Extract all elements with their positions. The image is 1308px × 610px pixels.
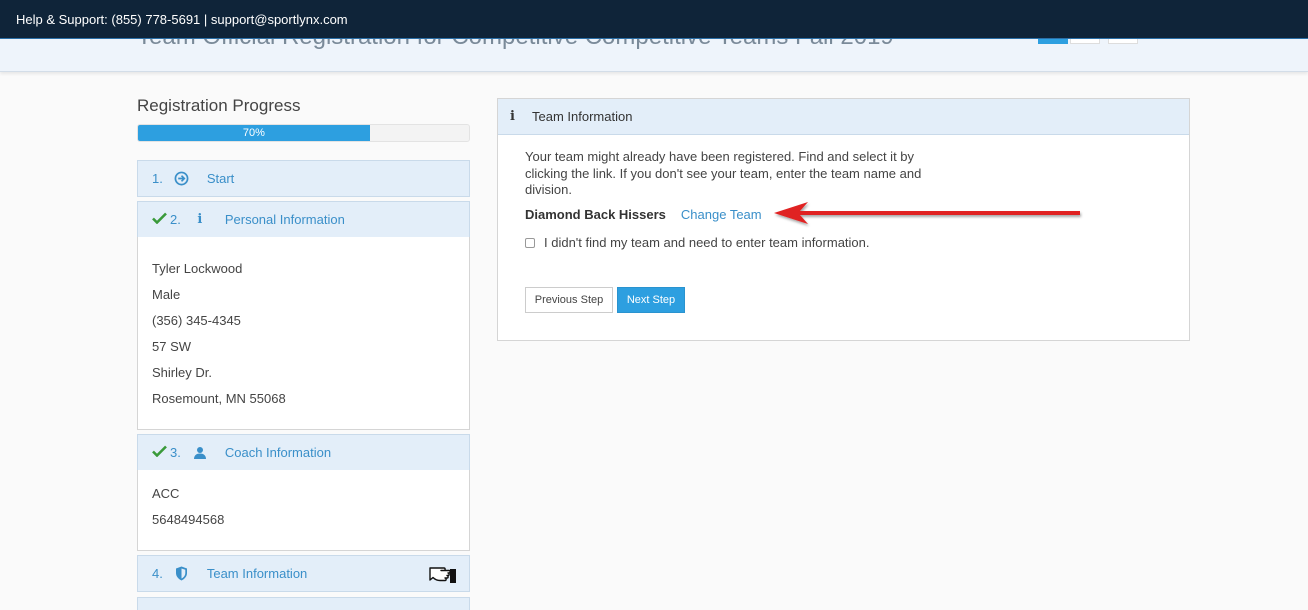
step-number: 1. [152, 171, 163, 186]
header-step-indicator-2 [1070, 39, 1100, 44]
progress-bar-fill: 70% [138, 125, 370, 141]
step-start[interactable]: 1. Start [137, 160, 470, 197]
panel-title: Team Information [532, 109, 633, 124]
personal-information-details: Tyler Lockwood Male (356) 345-4345 57 SW… [137, 237, 470, 430]
header-step-indicator-1 [1038, 39, 1068, 44]
detail-line: 57 SW [152, 338, 192, 354]
check-icon [152, 212, 167, 227]
team-name: Diamond Back Hissers [525, 207, 666, 222]
team-not-found-label[interactable]: I didn't find my team and need to enter … [544, 235, 870, 250]
support-text: Help & Support: (855) 778-5691 | support… [16, 11, 348, 27]
user-icon [191, 446, 209, 460]
progress-title: Registration Progress [137, 96, 301, 115]
selected-team-row: Diamond Back Hissers Change Team [525, 207, 762, 222]
detail-line: 5648494568 [152, 511, 225, 527]
panel-header: i Team Information [498, 99, 1189, 135]
step-coach-information[interactable]: 3. Coach Information [137, 434, 470, 471]
detail-line: Male [152, 286, 181, 302]
arrow-circle-right-icon [173, 171, 191, 186]
coach-information-details: ACC 5648494568 [137, 470, 470, 551]
check-icon [152, 445, 167, 460]
team-not-found-checkbox[interactable] [525, 237, 535, 248]
header-step-indicator-3 [1108, 39, 1138, 44]
detail-line: Shirley Dr. [152, 364, 212, 380]
progress-label: 70% [242, 127, 265, 139]
panel-description: Your team might already have been regist… [525, 149, 922, 197]
team-not-found-row: I didn't find my team and need to enter … [525, 235, 870, 250]
page-title: Team Official Registration for Competiti… [137, 39, 894, 51]
next-step-button[interactable]: Next Step [617, 287, 685, 313]
step-label: Coach Information [224, 445, 332, 460]
step-number: 3. [170, 445, 181, 460]
detail-line: Tyler Lockwood [152, 260, 243, 276]
step-next-partial[interactable] [137, 597, 470, 610]
detail-line: ACC [152, 485, 180, 501]
annotation-arrow-icon [774, 202, 1080, 224]
step-personal-information[interactable]: 2. i Personal Information [137, 201, 470, 238]
step-number: 4. [152, 566, 163, 581]
previous-step-button[interactable]: Previous Step [525, 287, 613, 313]
step-label: Personal Information [224, 212, 345, 227]
detail-line: (356) 345-4345 [152, 312, 241, 328]
info-icon: i [197, 212, 203, 227]
top-support-bar: Help & Support: (855) 778-5691 | support… [0, 0, 1308, 39]
step-number: 2. [170, 212, 181, 227]
change-team-link[interactable]: Change Team [681, 207, 762, 222]
detail-line: Rosemount, MN 55068 [152, 390, 286, 406]
step-label: Team Information [206, 566, 308, 581]
step-label: Start [206, 171, 235, 186]
step-team-information[interactable]: 4. Team Information [137, 555, 470, 592]
progress-bar: 70% [137, 124, 470, 142]
info-icon: i [510, 109, 515, 124]
page-header: Team Official Registration for Competiti… [0, 39, 1308, 72]
shield-icon [173, 566, 191, 581]
hand-pointer-icon [429, 567, 456, 583]
